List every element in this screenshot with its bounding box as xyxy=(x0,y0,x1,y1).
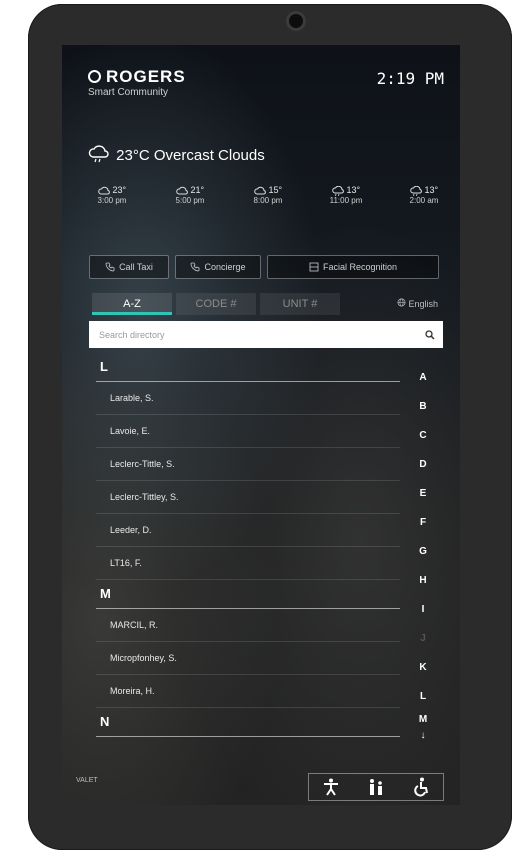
accessibility-controls xyxy=(308,773,444,801)
directory-tabs: A-Z CODE # UNIT # xyxy=(92,293,340,315)
camera-icon xyxy=(289,14,303,28)
concierge-button[interactable]: Concierge xyxy=(175,255,261,279)
forecast-item: 13° 2:00 am xyxy=(394,185,454,205)
directory-entry[interactable]: MARCIL, R. xyxy=(96,609,400,642)
language-label: English xyxy=(408,299,438,309)
directory-entry[interactable]: Lavoie, E. xyxy=(96,415,400,448)
current-weather: 23°C Overcast Clouds xyxy=(88,145,265,167)
forecast-temp: 13° xyxy=(346,185,361,195)
forecast-row: 23° 3:00 pm 21° 5:00 pm 15° 8:00 pm 13° … xyxy=(82,185,454,205)
section-header-n: N xyxy=(96,708,400,737)
forecast-item: 23° 3:00 pm xyxy=(82,185,142,205)
call-taxi-button[interactable]: Call Taxi xyxy=(89,255,169,279)
brand-subtitle: Smart Community xyxy=(88,87,169,98)
tab-a-z[interactable]: A-Z xyxy=(92,293,172,315)
index-scroll-down-arrow[interactable]: ↓ xyxy=(421,729,426,743)
index-letter[interactable]: H xyxy=(419,566,426,595)
facial-recognition-button[interactable]: Facial Recognition xyxy=(267,255,439,279)
index-letter[interactable]: I xyxy=(422,595,425,624)
rain-cloud-icon xyxy=(410,185,422,196)
directory-entry[interactable]: Moreira, H. xyxy=(96,675,400,708)
forecast-time: 2:00 am xyxy=(409,195,439,205)
directory-entry[interactable]: Leeder, D. xyxy=(96,514,400,547)
phone-icon xyxy=(191,262,200,272)
forecast-time: 5:00 pm xyxy=(175,195,205,205)
forecast-time: 8:00 pm xyxy=(253,195,283,205)
current-temp: 23°C xyxy=(116,146,150,164)
search-input[interactable] xyxy=(97,328,401,341)
section-header-m: M xyxy=(96,580,400,609)
index-letter[interactable]: F xyxy=(420,508,426,537)
forecast-temp: 23° xyxy=(112,185,127,195)
accessibility-person-icon[interactable] xyxy=(323,778,339,796)
two-people-icon[interactable] xyxy=(367,778,385,796)
index-letter[interactable]: E xyxy=(420,479,427,508)
wheelchair-icon[interactable] xyxy=(413,777,429,797)
forecast-item: 15° 8:00 pm xyxy=(238,185,298,205)
footer-bar: VALET xyxy=(62,767,460,805)
kiosk-screen: ROGERS Smart Community 2:19 PM 23°C Over… xyxy=(62,45,460,805)
partly-cloudy-icon xyxy=(98,186,110,195)
forecast-temp: 13° xyxy=(424,185,439,195)
forecast-time: 11:00 pm xyxy=(329,195,363,205)
index-letter[interactable]: A xyxy=(419,363,426,392)
language-selector[interactable]: English xyxy=(397,298,438,309)
partly-cloudy-icon xyxy=(176,186,188,195)
face-scan-icon xyxy=(309,262,319,272)
forecast-time: 3:00 pm xyxy=(97,195,127,205)
brand-name: ROGERS xyxy=(106,67,186,86)
partly-cloudy-icon xyxy=(254,186,266,195)
index-letter[interactable]: K xyxy=(419,653,426,682)
search-bar xyxy=(89,321,443,348)
tab-unit[interactable]: UNIT # xyxy=(260,293,340,315)
directory-entry[interactable]: Leclerc-Tittle, S. xyxy=(96,448,400,481)
valet-logo: VALET xyxy=(76,777,98,784)
forecast-item: 13° 11:00 pm xyxy=(316,185,376,205)
directory-list: L Larable, S. Lavoie, E. Leclerc-Tittle,… xyxy=(96,353,400,737)
directory-entry[interactable]: Micropfonhey, S. xyxy=(96,642,400,675)
tab-code[interactable]: CODE # xyxy=(176,293,256,315)
current-condition: Overcast Clouds xyxy=(153,146,265,164)
clock: 2:19 PM xyxy=(376,69,444,88)
index-letter[interactable]: L xyxy=(420,682,426,711)
forecast-temp: 21° xyxy=(190,185,205,195)
directory-entry[interactable]: LT16, F. xyxy=(96,547,400,580)
index-letter[interactable]: C xyxy=(419,421,426,450)
rain-cloud-icon xyxy=(88,145,112,167)
search-icon[interactable] xyxy=(425,329,435,340)
rain-cloud-icon xyxy=(332,185,344,196)
concierge-label: Concierge xyxy=(204,262,246,272)
facial-recognition-label: Facial Recognition xyxy=(322,262,398,272)
forecast-item: 21° 5:00 pm xyxy=(160,185,220,205)
forecast-temp: 15° xyxy=(268,185,283,195)
action-buttons: Call Taxi Concierge Facial Recognition xyxy=(89,255,447,279)
index-letter[interactable]: D xyxy=(419,450,426,479)
directory-entry[interactable]: Leclerc-Tittley, S. xyxy=(96,481,400,514)
index-letter[interactable]: B xyxy=(419,392,426,421)
index-letter[interactable]: G xyxy=(419,537,427,566)
globe-icon xyxy=(397,298,406,307)
rogers-logo-icon xyxy=(88,70,101,83)
alphabet-index: A B C D E F G H I J K L M ↓ xyxy=(412,363,434,743)
directory-entry[interactable]: Larable, S. xyxy=(96,382,400,415)
call-taxi-label: Call Taxi xyxy=(119,262,153,272)
index-letter[interactable]: M xyxy=(419,711,427,729)
phone-icon xyxy=(105,262,115,272)
index-letter[interactable]: J xyxy=(420,624,426,653)
section-header-l: L xyxy=(96,353,400,382)
